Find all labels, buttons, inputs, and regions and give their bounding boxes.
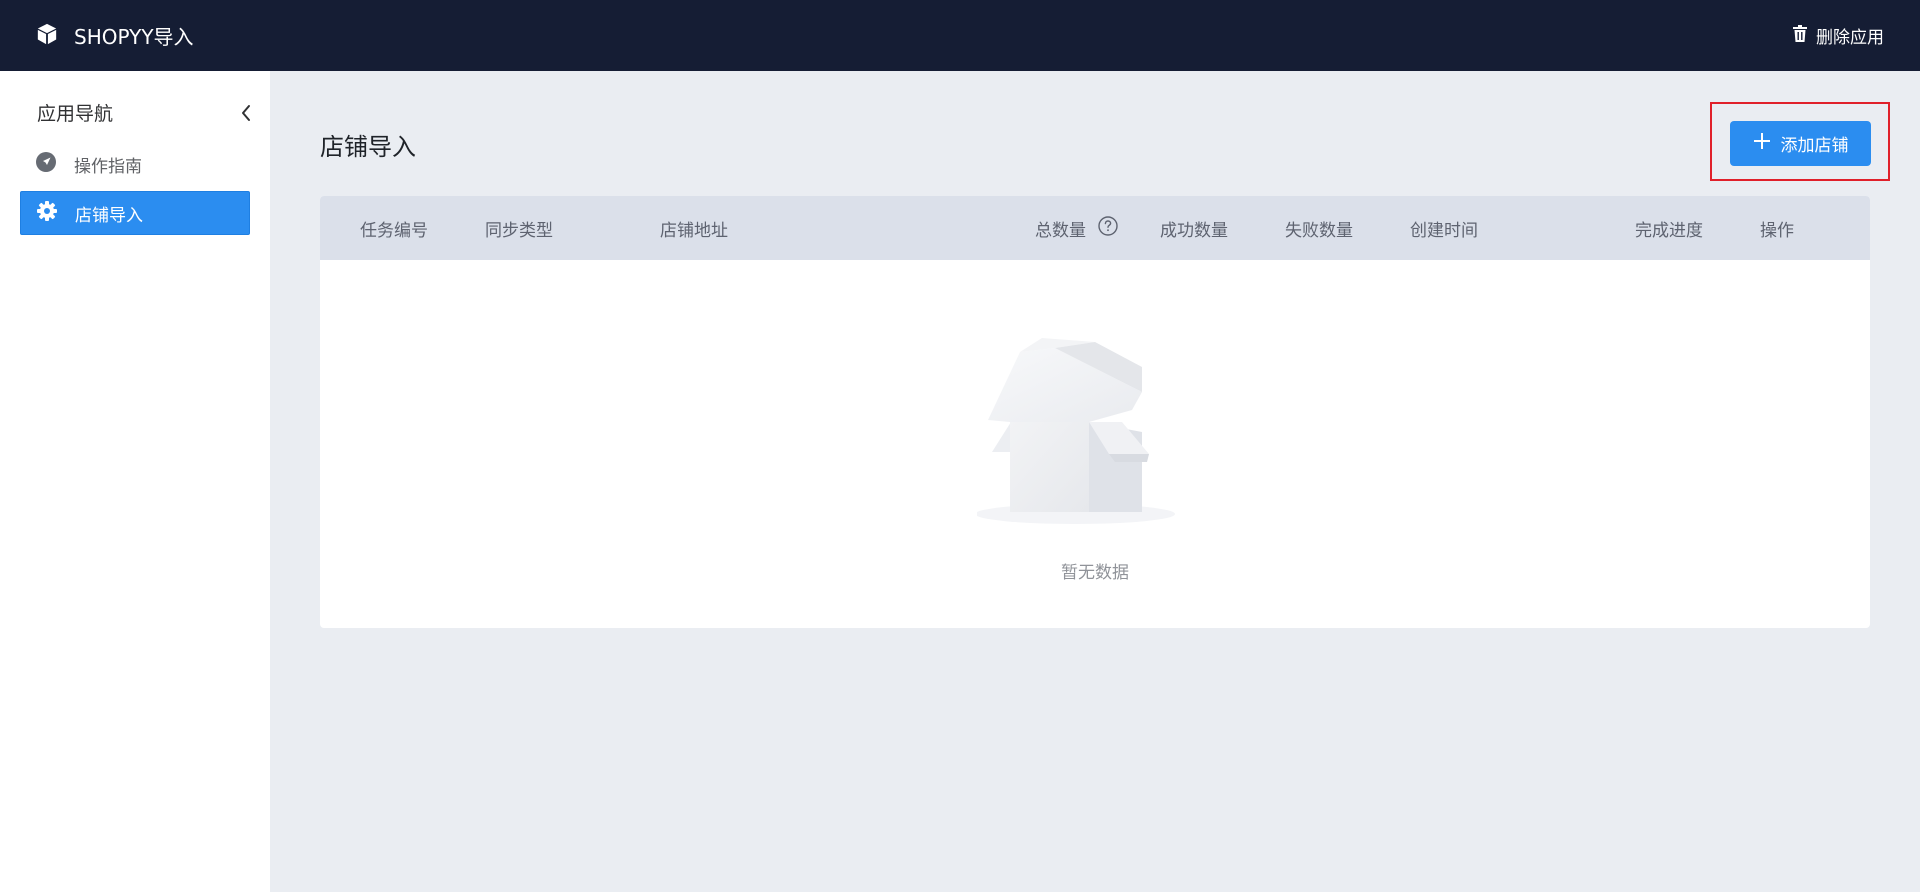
delete-app-button[interactable]: 删除应用 <box>1792 23 1884 48</box>
sidebar-item-store-import[interactable]: 店铺导入 <box>20 191 250 235</box>
trash-icon <box>1792 24 1808 47</box>
add-store-highlight: 添加店铺 <box>1710 102 1890 181</box>
app-title: SHOPYY导入 <box>74 25 194 49</box>
add-store-button[interactable]: 添加店铺 <box>1730 121 1871 166</box>
task-table: 任务编号 同步类型 店铺地址 总数量 成功数量 失败数量 创建时间 完成进度 操… <box>320 196 1870 628</box>
cube-icon <box>36 23 58 49</box>
gear-icon <box>37 200 57 226</box>
table-header: 任务编号 同步类型 店铺地址 总数量 成功数量 失败数量 创建时间 完成进度 操… <box>320 196 1870 260</box>
brand: SHOPYY导入 <box>36 21 194 50</box>
column-header: 任务编号 <box>360 220 428 241</box>
sidebar-header: 应用导航 <box>0 71 270 126</box>
sidebar: 应用导航 操作指南 店铺导入 <box>0 71 270 892</box>
chevron-left-icon <box>242 104 250 121</box>
collapse-sidebar-button[interactable] <box>240 104 252 122</box>
column-header: 店铺地址 <box>660 220 728 241</box>
column-header: 失败数量 <box>1285 220 1353 241</box>
main-content: 店铺导入 添加店铺 任务编号 同步类型 店铺地址 总数量 成功数量 失败数量 创… <box>270 71 1920 892</box>
column-header: 同步类型 <box>485 220 553 241</box>
compass-icon <box>36 151 56 177</box>
sidebar-title: 应用导航 <box>37 103 114 125</box>
column-header: 成功数量 <box>1160 220 1228 241</box>
page-title: 店铺导入 <box>320 133 416 161</box>
column-header: 总数量 <box>1035 196 1118 260</box>
delete-app-label: 删除应用 <box>1816 28 1884 48</box>
add-store-label: 添加店铺 <box>1780 136 1849 155</box>
help-icon[interactable] <box>1098 215 1118 241</box>
sidebar-item-guide[interactable]: 操作指南 <box>20 142 250 186</box>
top-bar: SHOPYY导入 删除应用 <box>0 0 1920 71</box>
column-header: 操作 <box>1760 220 1794 241</box>
column-header: 完成进度 <box>1635 220 1703 241</box>
empty-text: 暂无数据 <box>1061 563 1129 583</box>
empty-box-icon <box>975 322 1197 536</box>
empty-state: 暂无数据 <box>320 260 1870 628</box>
column-header: 创建时间 <box>1410 220 1478 241</box>
plus-icon <box>1753 132 1771 155</box>
sidebar-item-label: 店铺导入 <box>75 205 143 226</box>
sidebar-item-label: 操作指南 <box>74 156 142 177</box>
